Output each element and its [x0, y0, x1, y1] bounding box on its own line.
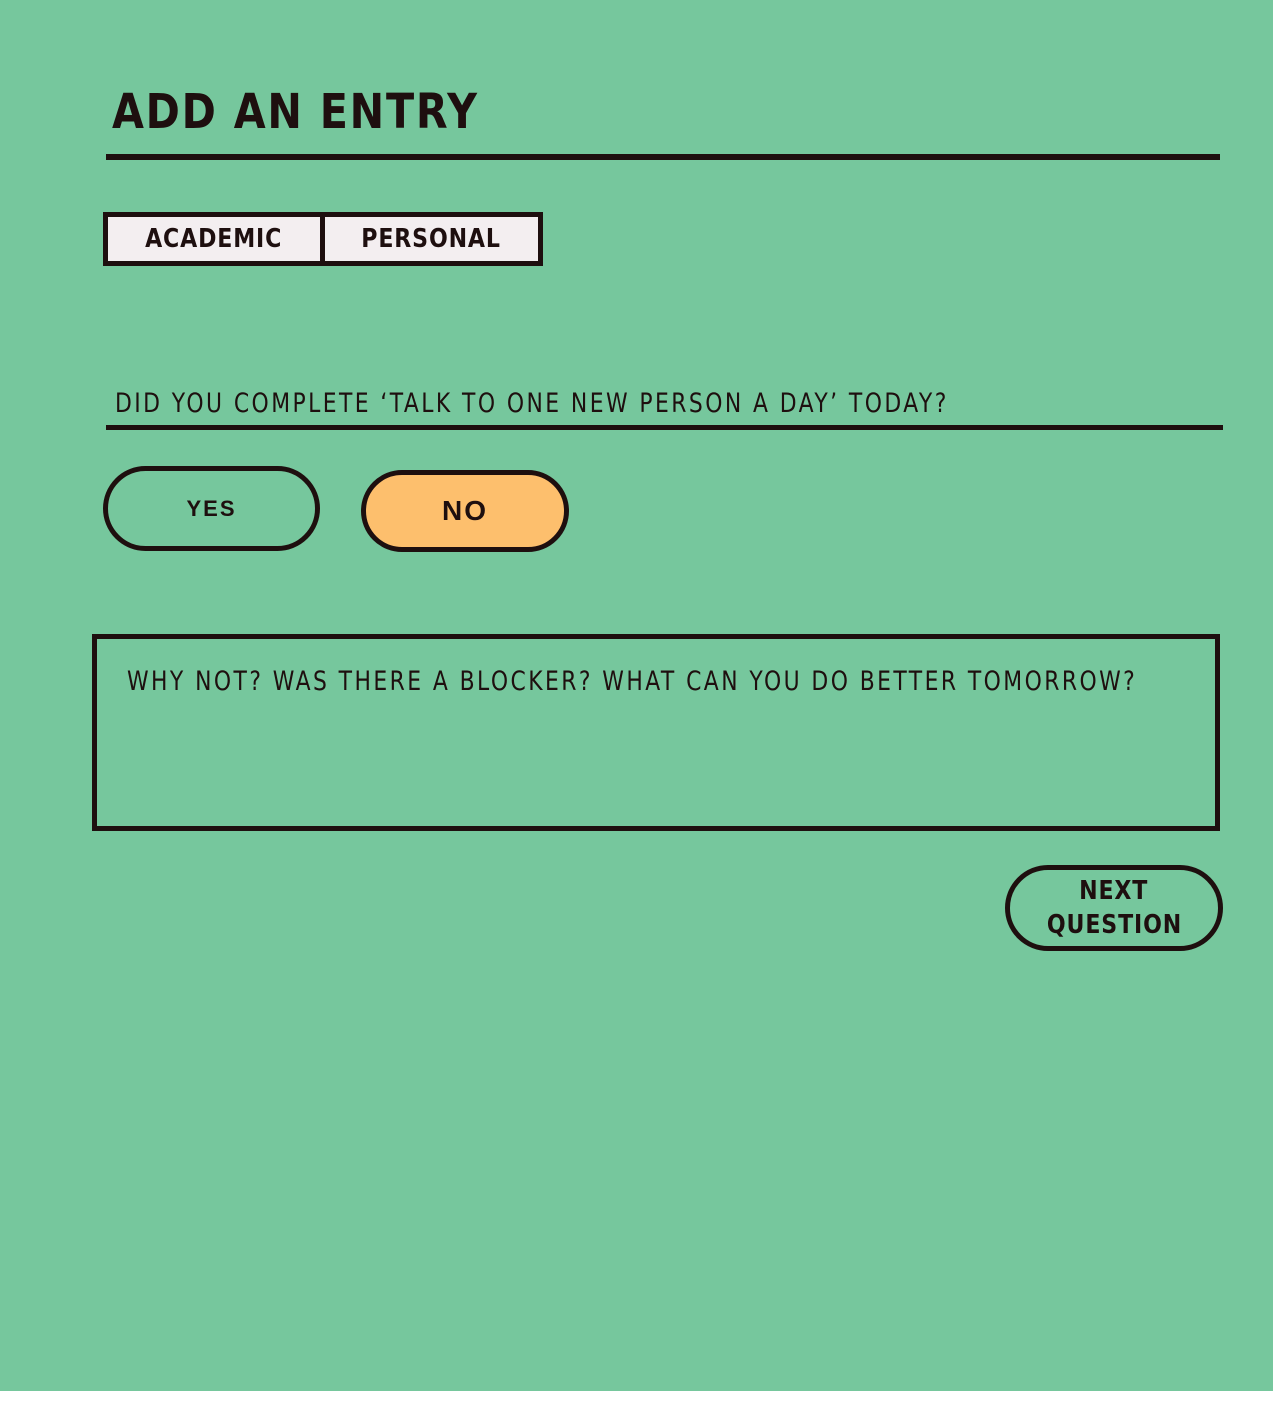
category-tabs: ACADEMIC PERSONAL: [103, 212, 543, 266]
tab-personal-label: PERSONAL: [361, 224, 502, 254]
no-button[interactable]: NO: [361, 470, 569, 552]
tab-personal[interactable]: PERSONAL: [325, 217, 538, 261]
reflection-input[interactable]: [92, 634, 1220, 831]
next-question-label-line1: NEXT: [1079, 876, 1149, 906]
tab-academic[interactable]: ACADEMIC: [108, 217, 325, 261]
question-text: DID YOU COMPLETE ‘TALK TO ONE NEW PERSON…: [115, 388, 949, 419]
tab-academic-label: ACADEMIC: [145, 224, 283, 254]
entry-form-canvas: ADD AN ENTRY ACADEMIC PERSONAL DID YOU C…: [0, 0, 1273, 1391]
title-divider: [106, 154, 1220, 160]
yes-button[interactable]: YES: [103, 466, 320, 551]
question-divider: [106, 425, 1223, 430]
next-question-button[interactable]: NEXT QUESTION: [1005, 865, 1223, 951]
page-title: ADD AN ENTRY: [112, 84, 479, 140]
next-question-label-line2: QUESTION: [1046, 910, 1182, 940]
